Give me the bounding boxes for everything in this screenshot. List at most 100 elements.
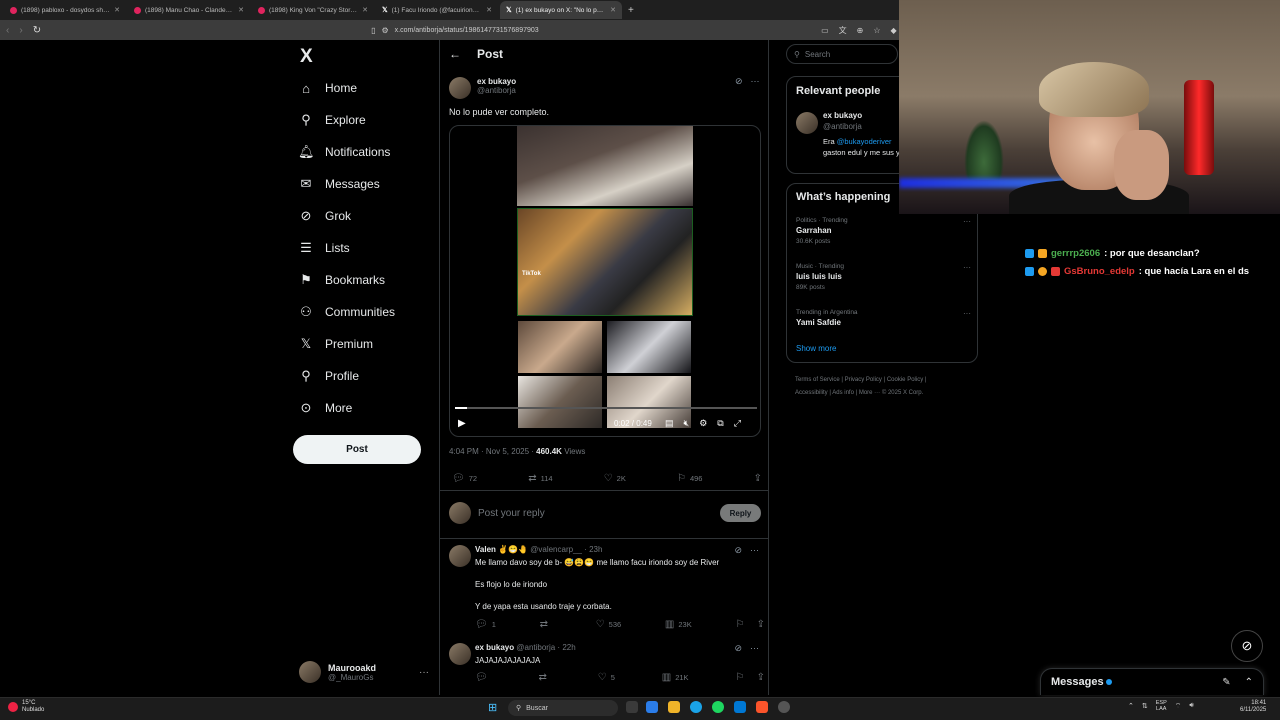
nav-item-notifications[interactable]: 🔔︎ Notifications	[298, 142, 390, 162]
footer-link[interactable]: Ads info	[832, 390, 854, 396]
brave-icon[interactable]	[756, 701, 768, 713]
nav-item-messages[interactable]: ✉ Messages	[298, 174, 380, 194]
new-message-icon[interactable]: ✎	[1222, 677, 1230, 688]
browser-tab-active[interactable]: 𝕏 (1) ex bukayo on X: "No lo pude ✕	[500, 1, 622, 19]
reply-button[interactable]: 💬︎ 72	[452, 473, 477, 484]
more-dots-icon[interactable]: ···	[750, 545, 759, 556]
taskbar-search[interactable]: ⚲ Buscar	[508, 700, 618, 716]
network-icon[interactable]: ⇅	[1142, 702, 1148, 710]
zoom-icon[interactable]: ⊕	[857, 26, 864, 35]
nav-item-more[interactable]: ⊙ More	[298, 398, 353, 418]
bookmark-button[interactable]: ⚐ 496	[677, 473, 702, 484]
close-icon[interactable]: ✕	[610, 6, 616, 14]
reply-item[interactable]: Valen ✌️😁🤚 @valencarp__ · 23h Me llamo d…	[449, 545, 765, 630]
more-dots-icon[interactable]: ···	[963, 263, 971, 272]
close-icon[interactable]: ✕	[114, 6, 120, 14]
task-view-icon[interactable]	[626, 701, 638, 713]
bookmark-icon[interactable]: ▯	[371, 26, 375, 35]
browser-tab[interactable]: (1898) pabloxo - dosydos shot by vi ✕	[4, 1, 126, 19]
site-info-icon[interactable]: ⚙	[381, 26, 388, 35]
avatar[interactable]	[449, 643, 471, 665]
video-player[interactable]: TikTok ▶ 0:02 / 0:49 ▤ 🔇︎ ⚙ ⧉ ⤢	[449, 125, 761, 437]
more-dots-icon[interactable]: ···	[963, 217, 971, 226]
grok-icon[interactable]: ⊘	[735, 76, 743, 87]
footer-link[interactable]: More ···	[859, 390, 880, 396]
account-switcher[interactable]: Maurooakd @_MauroGs ···	[299, 660, 439, 684]
views-button[interactable]: ▥ 23K	[665, 619, 692, 630]
reply-author-handle[interactable]: @antiborja	[516, 643, 555, 652]
person-name[interactable]: ex bukayo	[823, 111, 862, 120]
post-timestamp[interactable]: 4:04 PM · Nov 5, 2025	[449, 447, 529, 456]
chevron-up-icon[interactable]: ⌃	[1128, 702, 1134, 710]
footer-link[interactable]: Cookie Policy	[887, 377, 923, 383]
volume-icon[interactable]: 🔊︎	[1189, 702, 1193, 710]
grok-icon[interactable]: ⊘	[734, 643, 742, 654]
author-handle[interactable]: @antiborja	[477, 86, 516, 95]
fullscreen-icon[interactable]: ⤢	[734, 418, 741, 429]
reply-author-name[interactable]: Valen ✌️😁🤚	[475, 545, 528, 554]
like-button[interactable]: ♡ 2K	[604, 473, 626, 484]
back-arrow-icon[interactable]: ←	[449, 47, 461, 61]
x-logo[interactable]: X	[300, 46, 313, 68]
trend-item[interactable]: Politics · Trending Garrahan 30.6K posts…	[796, 217, 971, 245]
forward-arrow-icon[interactable]: ›	[19, 25, 22, 36]
clock[interactable]: 18:41 6/11/2025	[1240, 700, 1266, 714]
like-button[interactable]: ♡ 5	[598, 672, 615, 683]
browser-tab[interactable]: (1898) Manu Chao - Clandestino (Of ✕	[128, 1, 250, 19]
translate-icon[interactable]: 文	[839, 25, 847, 36]
nav-item-bookmarks[interactable]: ⚑ Bookmarks	[298, 270, 385, 290]
obs-icon[interactable]	[778, 701, 790, 713]
extension-icon[interactable]: ◆	[891, 26, 897, 35]
nav-item-explore[interactable]: ⚲ Explore	[298, 110, 365, 130]
play-icon[interactable]: ▶	[458, 418, 466, 429]
repost-button[interactable]: ⇄	[539, 672, 551, 683]
grok-icon[interactable]: ⊘	[1231, 630, 1263, 662]
share-icon[interactable]: ⇪	[757, 619, 765, 630]
spotify-icon[interactable]	[712, 701, 724, 713]
url-field[interactable]: ▯ ⚙ x.com/antiborja/status/1986147731576…	[371, 23, 811, 38]
reply-button[interactable]: 💬︎	[475, 672, 492, 683]
post-button[interactable]: Post	[293, 435, 421, 464]
repost-button[interactable]: ⇄ 114	[528, 473, 552, 484]
browser-tab[interactable]: 𝕏 (1) Facu Iriondo (@facuiriondo) / X ✕	[376, 1, 498, 19]
language-indicator[interactable]: ESP LAA	[1156, 700, 1167, 712]
edge-icon[interactable]	[690, 701, 702, 713]
store-icon[interactable]	[734, 701, 746, 713]
more-dots-icon[interactable]: ···	[419, 667, 429, 678]
grok-icon[interactable]: ⊘	[734, 545, 742, 556]
close-icon[interactable]: ✕	[486, 6, 492, 14]
footer-link[interactable]: Privacy Policy	[845, 377, 882, 383]
show-more-link[interactable]: Show more	[796, 344, 836, 353]
file-explorer-icon[interactable]	[668, 701, 680, 713]
share-icon[interactable]: ⇪	[757, 672, 765, 683]
avatar[interactable]	[449, 77, 471, 99]
back-arrow-icon[interactable]: ‹	[6, 25, 9, 36]
reload-icon[interactable]: ↻	[33, 25, 41, 36]
star-icon[interactable]: ☆	[873, 26, 880, 35]
nav-item-premium[interactable]: 𝕏 Premium	[298, 334, 373, 354]
captions-icon[interactable]: ▤	[665, 418, 674, 429]
trend-item[interactable]: Trending in Argentina Yami Safdie ···	[796, 309, 971, 327]
like-button[interactable]: ♡ 536	[596, 619, 621, 630]
pip-icon[interactable]: ⧉	[717, 418, 723, 429]
close-icon[interactable]: ✕	[362, 6, 368, 14]
messages-drawer[interactable]: Messages ✎ ⌃	[1040, 668, 1264, 695]
more-dots-icon[interactable]: ···	[963, 309, 971, 318]
bookmark-icon[interactable]: ⚐	[735, 619, 744, 630]
nav-item-grok[interactable]: ⊘ Grok	[298, 206, 351, 226]
reply-button[interactable]: 💬︎ 1	[475, 619, 496, 630]
avatar[interactable]	[449, 545, 471, 567]
windows-start-icon[interactable]: ⊞	[488, 701, 497, 714]
reply-author-handle[interactable]: @valencarp__	[530, 545, 582, 554]
reply-author-name[interactable]: ex bukayo	[475, 643, 514, 652]
search-input[interactable]: ⚲ Search	[786, 44, 898, 64]
avatar[interactable]	[796, 112, 818, 134]
nav-item-home[interactable]: ⌂ Home	[298, 78, 357, 98]
weather-widget[interactable]: 15°C Nublado	[8, 700, 44, 714]
repost-button[interactable]: ⇄	[540, 619, 552, 630]
more-dots-icon[interactable]: ···	[751, 76, 760, 87]
trend-item[interactable]: Music · Trending luis luis luis 89K post…	[796, 263, 971, 291]
nav-item-lists[interactable]: ☰ Lists	[298, 238, 350, 258]
author-name[interactable]: ex bukayo	[477, 77, 516, 86]
views-button[interactable]: ▥ 21K	[662, 672, 689, 683]
